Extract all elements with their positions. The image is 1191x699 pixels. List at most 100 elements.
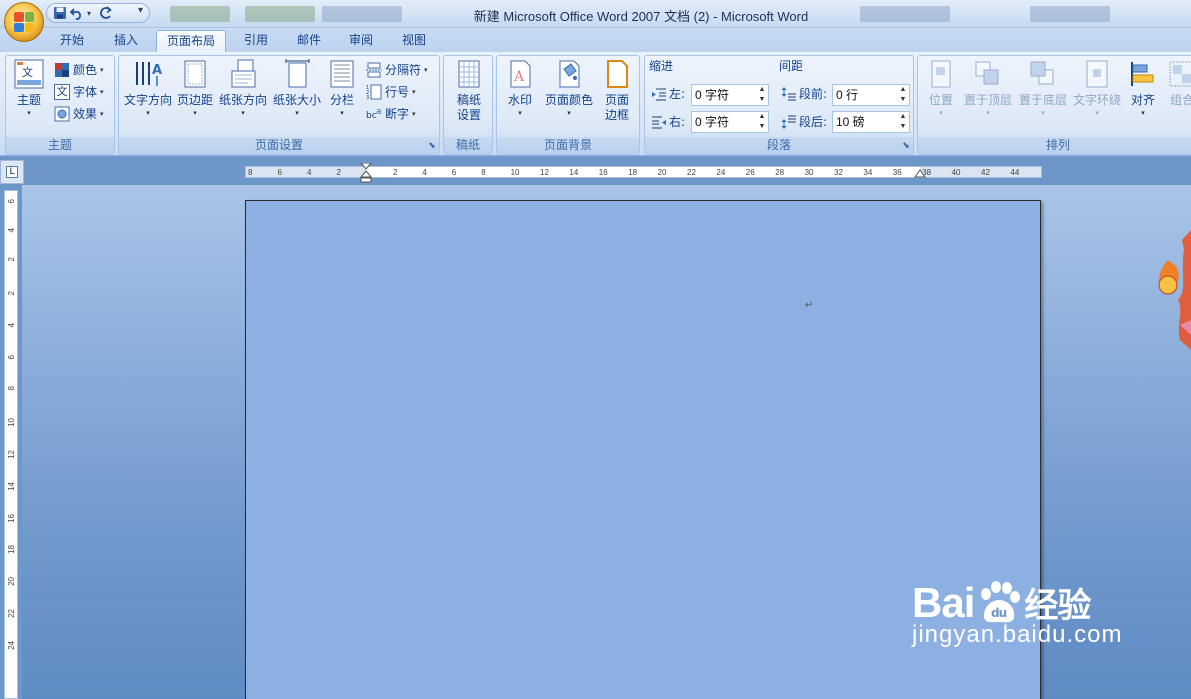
- line-numbers-button[interactable]: 123 行号 ▾: [366, 82, 416, 102]
- spacing-heading: 间距: [779, 59, 804, 73]
- colors-label: 颜色: [73, 63, 98, 77]
- group-page-background: A 水印 ▾ 页面颜色 ▾ 页面 边框 页面背景: [496, 55, 640, 155]
- qat-customize-icon[interactable]: ▾: [138, 5, 143, 16]
- themes-button[interactable]: 文 主题 ▾: [9, 59, 49, 118]
- ruler-tick-label: 34: [863, 168, 873, 177]
- manuscript-label-2: 设置: [456, 108, 481, 122]
- ruler-tick-label: 2: [7, 291, 16, 296]
- columns-icon: [327, 59, 357, 89]
- ruler-tick-label: 12: [540, 168, 549, 177]
- ruler-tick-label: 22: [687, 168, 696, 177]
- right-indent-marker-icon[interactable]: [914, 169, 926, 179]
- tab-view[interactable]: 视图: [392, 30, 436, 52]
- page-borders-button[interactable]: 页面 边框: [599, 59, 635, 123]
- line-numbers-label: 行号: [385, 85, 410, 99]
- text-direction-button[interactable]: A 文字方向 ▾: [122, 59, 174, 118]
- text-wrap-button[interactable]: 文字环绕 ▾: [1071, 59, 1123, 118]
- tab-review[interactable]: 审阅: [339, 30, 383, 52]
- undo-icon[interactable]: [70, 6, 84, 20]
- bring-to-front-button[interactable]: 置于顶层 ▾: [962, 59, 1014, 118]
- ribbon: 文 主题 ▾ 颜色 ▾ 文 字体 ▾ 效果 ▾ 主题 A 文字方向 ▾ 页边距 …: [0, 52, 1191, 156]
- fonts-button[interactable]: 文 字体 ▾: [54, 82, 104, 102]
- spacing-after-input[interactable]: 10 磅 ▲ ▼: [832, 111, 910, 133]
- ruler-tick-label: 18: [7, 545, 16, 555]
- send-to-back-button[interactable]: 置于底层 ▾: [1017, 59, 1069, 118]
- group-objects-icon: [1167, 59, 1191, 89]
- chevron-down-icon: ▾: [986, 109, 990, 117]
- columns-button[interactable]: 分栏 ▾: [325, 59, 359, 118]
- page-borders-label-2: 边框: [604, 108, 629, 122]
- align-button[interactable]: 对齐 ▾: [1126, 59, 1160, 118]
- ruler-tick-label: 24: [716, 168, 726, 177]
- tab-insert[interactable]: 插入: [104, 30, 148, 52]
- spacing-after-label-wrap: 段后:: [781, 111, 827, 133]
- themes-icon: 文: [14, 59, 44, 89]
- manuscript-grid-icon: [454, 59, 484, 89]
- watermark-brand: Bai: [912, 578, 975, 626]
- ruler-tick-label: 10: [510, 168, 520, 177]
- size-button[interactable]: 纸张大小 ▾: [271, 59, 323, 118]
- spacing-after-value: 10 磅: [836, 115, 865, 129]
- chevron-down-icon: ▾: [518, 109, 522, 117]
- page-borders-icon: [602, 59, 632, 89]
- ruler-tick-label: 6: [277, 168, 282, 177]
- indent-right-label: 右:: [669, 115, 686, 129]
- colors-button[interactable]: 颜色 ▾: [54, 60, 104, 80]
- chevron-down-icon: ▾: [1095, 109, 1099, 117]
- group-arrange: 位置 ▾ 置于顶层 ▾ 置于底层 ▾ 文字环绕 ▾ 对齐 ▾ 组合 排列: [917, 55, 1191, 155]
- vertical-ruler[interactable]: 6 4 2 2 4 6 8 10 12 14 16 18 20 22 24: [4, 190, 18, 699]
- theme-fonts-icon: 文: [54, 84, 70, 100]
- ribbon-tabs: 开始 插入 页面布局 引用 邮件 审阅 视图: [0, 28, 1191, 52]
- hyphenation-button[interactable]: bc a 断字 ▾: [366, 104, 416, 124]
- orientation-button[interactable]: 纸张方向 ▾: [218, 59, 268, 118]
- office-button[interactable]: [4, 2, 44, 42]
- group-objects-button[interactable]: 组合: [1165, 59, 1191, 108]
- indent-left-input[interactable]: 0 字符 ▲ ▼: [691, 84, 769, 106]
- spinner-icon[interactable]: ▲ ▼: [897, 85, 909, 105]
- position-button[interactable]: 位置 ▾: [924, 59, 958, 118]
- tab-selector[interactable]: L: [0, 160, 24, 184]
- paragraph-launcher-icon[interactable]: ⬊: [901, 141, 911, 151]
- undo-dropdown-icon[interactable]: ▾: [87, 9, 95, 18]
- ruler-tick-label: 20: [657, 168, 667, 177]
- indent-right-input[interactable]: 0 字符 ▲ ▼: [691, 111, 769, 133]
- ruler-tick-label: 6: [7, 199, 16, 204]
- save-icon[interactable]: [53, 6, 67, 20]
- watermark-button[interactable]: A 水印 ▾: [503, 59, 537, 118]
- group-page-setup-label: 页面设置: [119, 137, 439, 154]
- office-logo-icon: [14, 12, 34, 32]
- page-color-button[interactable]: 页面颜色 ▾: [541, 59, 597, 118]
- ruler-tick-label: 20: [7, 577, 16, 587]
- spinner-icon[interactable]: ▲ ▼: [756, 85, 768, 105]
- tab-mailings[interactable]: 邮件: [287, 30, 331, 52]
- tab-page-layout[interactable]: 页面布局: [156, 30, 226, 52]
- redo-icon[interactable]: [98, 6, 112, 20]
- indent-marker-icon[interactable]: [360, 163, 372, 183]
- effects-button[interactable]: 效果 ▾: [54, 104, 104, 124]
- svg-text:3: 3: [366, 95, 369, 100]
- group-paragraph-label: 段落: [645, 137, 913, 154]
- breaks-button[interactable]: 分隔符 ▾: [366, 60, 428, 80]
- margins-label: 页边距: [176, 93, 213, 107]
- horizontal-ruler[interactable]: 8 6 4 2 2 4 6 8 10 12 14 16 18 20 22 24 26 28 30 32 34 36 38 40…: [245, 163, 1042, 183]
- chevron-down-icon: ▾: [100, 110, 104, 118]
- group-arrange-label: 排列: [918, 137, 1191, 154]
- spinner-icon[interactable]: ▲ ▼: [756, 112, 768, 132]
- fonts-label: 字体: [73, 85, 98, 99]
- ruler-tick-label: 8: [481, 168, 486, 177]
- tab-references[interactable]: 引用: [234, 30, 278, 52]
- svg-text:A: A: [513, 69, 525, 85]
- spacing-before-input[interactable]: 0 行 ▲ ▼: [832, 84, 910, 106]
- page-setup-launcher-icon[interactable]: ⬊: [427, 141, 437, 151]
- manuscript-settings-button[interactable]: 稿纸 设置: [446, 59, 492, 123]
- group-page-setup: A 文字方向 ▾ 页边距 ▾ 纸张方向 ▾ 纸张大小 ▾ 分栏 ▾ 分隔符 ▾ …: [118, 55, 440, 155]
- margins-button[interactable]: 页边距 ▾: [175, 59, 215, 118]
- spinner-icon[interactable]: ▲ ▼: [897, 112, 909, 132]
- ruler-tick-label: 36: [892, 168, 902, 177]
- group-manuscript: 稿纸 设置 稿纸: [443, 55, 493, 155]
- chevron-down-icon: ▾: [340, 109, 344, 117]
- indent-heading: 缩进: [649, 59, 674, 73]
- text-wrap-label: 文字环绕: [1072, 93, 1121, 107]
- hyphenation-label: 断字: [385, 107, 410, 121]
- tab-home[interactable]: 开始: [50, 30, 94, 52]
